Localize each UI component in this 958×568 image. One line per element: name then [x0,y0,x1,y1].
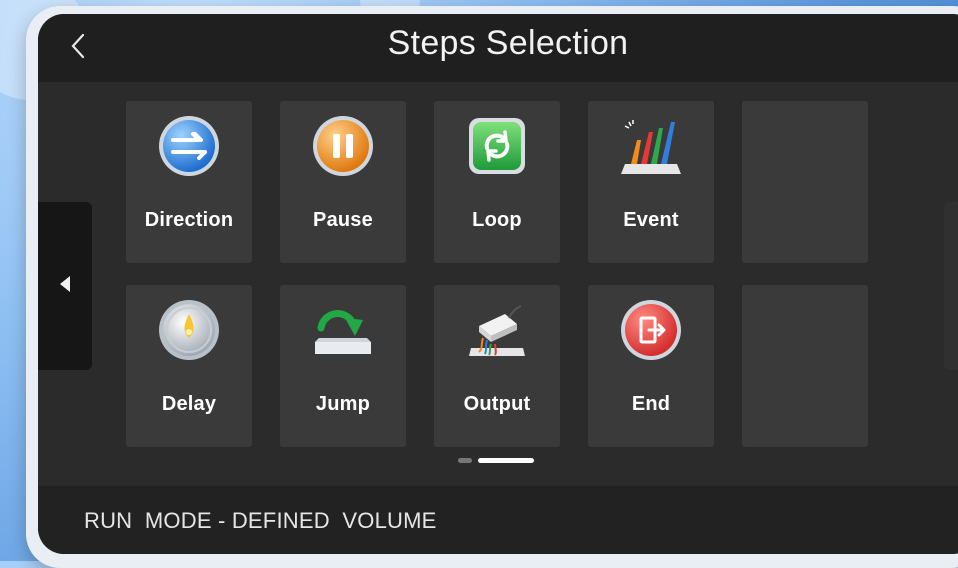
pause-icon [310,113,376,179]
empty-step-slot [742,285,868,447]
empty-step-slot [742,101,868,263]
step-label: Jump [315,393,371,415]
page-dot[interactable] [458,458,472,463]
step-tile-jump[interactable]: Jump [280,285,406,447]
step-label: Output [463,393,531,415]
triangle-left-icon [58,274,72,299]
end-icon [618,297,684,363]
app-screen: Steps Selection Direction Pause Loop Eve… [38,14,958,554]
step-label: End [631,393,671,415]
step-tile-delay[interactable]: Delay [126,285,252,447]
next-page-button[interactable] [944,202,958,370]
event-icon [618,113,684,179]
run-mode-text: RUN MODE - DEFINED VOLUME [84,508,437,533]
step-label: Direction [144,209,234,231]
step-tile-pause[interactable]: Pause [280,101,406,263]
page-title: Steps Selection [387,24,629,62]
status-bar: RUN MODE - DEFINED VOLUME [38,486,958,554]
step-label: Loop [472,209,522,231]
delay-icon [156,297,222,363]
jump-icon [310,297,376,363]
step-tile-direction[interactable]: Direction [126,101,252,263]
direction-icon [156,113,222,179]
step-tile-event[interactable]: Event [588,101,714,263]
header-bar: Steps Selection [38,14,958,82]
previous-page-button[interactable] [38,202,92,370]
step-label: Pause [313,209,373,231]
step-tile-output[interactable]: Output [434,285,560,447]
steps-grid: Direction Pause Loop Event Delay Jump Ou… [126,101,886,449]
page-dot-active[interactable] [478,458,534,463]
step-tile-end[interactable]: End [588,285,714,447]
step-tile-loop[interactable]: Loop [434,101,560,263]
page-indicator [458,458,534,463]
loop-icon [464,113,530,179]
output-icon [464,297,530,363]
step-label: Delay [161,393,217,415]
step-label: Event [623,209,679,231]
